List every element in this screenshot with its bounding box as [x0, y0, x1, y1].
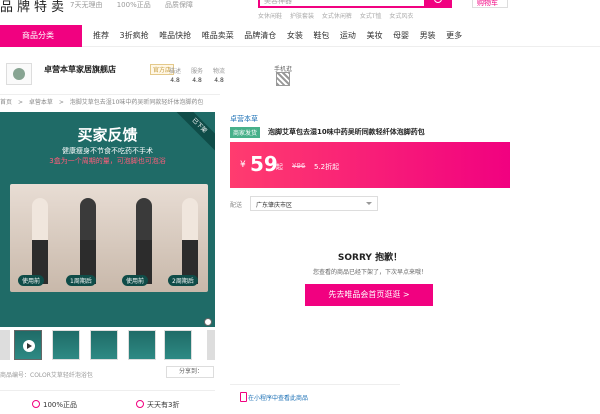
before-after-photo: 2周期后: [160, 184, 208, 292]
divider: [230, 384, 400, 385]
breadcrumb-current: 泡脚艾草包去湿10味中药吴昕同款轻纤体泡脚药包: [69, 99, 204, 106]
price: 59: [250, 152, 278, 176]
guarantee-discount: 天天有3折: [136, 400, 179, 410]
brand-link[interactable]: 卓营本草: [230, 114, 258, 124]
nav-item[interactable]: 品牌清仓: [244, 31, 276, 40]
share-button[interactable]: 分享到：: [166, 366, 214, 378]
thumb-next-arrow[interactable]: [207, 330, 215, 360]
nav-item[interactable]: 女装: [287, 31, 303, 40]
hot-word-link[interactable]: 女式休闲裤: [322, 13, 352, 20]
soldout-title: SORRY 抱歉！: [337, 253, 403, 263]
site-brand[interactable]: 品牌特卖: [0, 0, 68, 16]
shipping-region-select[interactable]: 广东肇庆市区: [250, 196, 378, 211]
shop-logo[interactable]: [6, 63, 32, 85]
search-input[interactable]: 美容神器: [258, 0, 426, 8]
service-item: 7天无理由: [70, 1, 103, 9]
shop-score: 服务 4.8: [190, 68, 203, 84]
hot-words: 女休闲鞋 护肤套装 女式休闲裤 女式T恤 女式风衣: [258, 11, 419, 20]
currency-symbol: ¥: [240, 160, 246, 170]
shield-icon: [32, 400, 40, 408]
guarantee-genuine: 100%正品: [32, 400, 77, 410]
nav-item[interactable]: 美妆: [366, 31, 382, 40]
service-item: 品质保障: [164, 1, 193, 9]
nav-item-more[interactable]: 更多: [446, 31, 462, 40]
zoom-icon[interactable]: [204, 318, 212, 326]
divider: [0, 390, 215, 391]
hot-word-link[interactable]: 女式风衣: [389, 13, 413, 20]
before-after-photo: 1周期后: [58, 184, 118, 292]
nav-item[interactable]: 推荐: [93, 31, 109, 40]
breadcrumb-home[interactable]: 首页: [0, 99, 12, 106]
shipping-label: 配送: [230, 202, 243, 209]
thumbnail[interactable]: [128, 330, 156, 360]
mini-program-link[interactable]: 在小程序中查看此商品: [239, 392, 308, 402]
thumbnail-strip: [0, 330, 215, 362]
cart-button[interactable]: 购物车: [472, 0, 508, 8]
divider: [0, 94, 220, 95]
price-suffix: 起: [276, 163, 283, 171]
go-home-button[interactable]: 先去唯品会首页逛逛 >: [305, 284, 433, 306]
sale-tag: 商家发货: [230, 127, 261, 138]
image-subtitle-highlight: 3盒为一个周期的量，可泡脚也可泡浴: [49, 157, 166, 165]
breadcrumb-separator: >: [58, 99, 64, 106]
nav-item[interactable]: 唯品快抢: [159, 31, 191, 40]
search-button[interactable]: [426, 0, 452, 8]
nav-item[interactable]: 运动: [340, 31, 356, 40]
nav-item[interactable]: 鞋包: [313, 31, 329, 40]
shop-score: 描述 4.8: [168, 68, 181, 84]
breadcrumb-brand[interactable]: 卓营本草: [29, 99, 53, 106]
discount: 5.2折起: [314, 163, 340, 171]
service-item: 100%正品: [116, 1, 151, 9]
nav-links: 推荐 3折疯抢 唯品快抢 唯品卖菜 品牌清仓 女装 鞋包 运动 美妆 母婴 男装…: [93, 25, 470, 47]
hot-word-link[interactable]: 女式T恤: [360, 13, 382, 20]
goods-number: 商品编号：COLOR艾草轻纤泡浴包: [0, 372, 93, 379]
thumbnail-video[interactable]: [14, 330, 42, 360]
shop-score: 物流 4.8: [212, 68, 225, 84]
hot-word-link[interactable]: 护肤套装: [290, 13, 314, 20]
thumbnail[interactable]: [90, 330, 118, 360]
discount-icon: [136, 400, 144, 408]
category-menu-button[interactable]: 商品分类: [0, 25, 82, 47]
breadcrumb: 首页 > 卓营本草 > 泡脚艾草包去湿10味中药吴昕同款轻纤体泡脚药包: [0, 97, 207, 106]
play-icon: [23, 340, 35, 352]
top-strip: 品牌特卖 7天无理由 100%正品 品质保障 美容神器 购物车 女休闲鞋 护肤套…: [0, 0, 600, 22]
hot-word-link[interactable]: 女休闲鞋: [258, 13, 282, 20]
product-title: 泡脚艾草包去湿10味中药吴昕同款轻纤体泡脚药包: [268, 128, 425, 136]
nav-item[interactable]: 男装: [420, 31, 436, 40]
main-nav: 商品分类 推荐 3折疯抢 唯品快抢 唯品卖菜 品牌清仓 女装 鞋包 运动 美妆 …: [0, 25, 600, 47]
thumbnail[interactable]: [52, 330, 80, 360]
nav-item[interactable]: 唯品卖菜: [202, 31, 234, 40]
thumbnail[interactable]: [164, 330, 192, 360]
original-price: ¥96: [292, 162, 306, 170]
qr-code-icon[interactable]: [276, 72, 290, 86]
shop-header: 卓营本草家居旗舰店 官方店 描述 4.8 服务 4.8 物流 4.8 手机逛: [0, 48, 600, 94]
service-icons: 7天无理由 100%正品 品质保障: [70, 0, 205, 10]
price-bar: ¥ 59 起 ¥96 5.2折起: [230, 142, 510, 188]
soldout-message: 您查看的商品已经下架了，下次早点来哦！: [312, 269, 427, 276]
breadcrumb-separator: >: [17, 99, 23, 106]
product-main-image[interactable]: 已下架 买家反馈 健康瘦身不节食不吃药不手术 3盒为一个周期的量，可泡脚也可泡浴…: [0, 112, 215, 327]
shop-name[interactable]: 卓营本草家居旗舰店: [44, 64, 116, 75]
nav-item[interactable]: 3折疯抢: [120, 31, 149, 40]
nav-item[interactable]: 母婴: [393, 31, 409, 40]
image-subtitle: 健康瘦身不节食不吃药不手术: [62, 147, 153, 155]
image-headline: 买家反馈: [77, 126, 138, 144]
